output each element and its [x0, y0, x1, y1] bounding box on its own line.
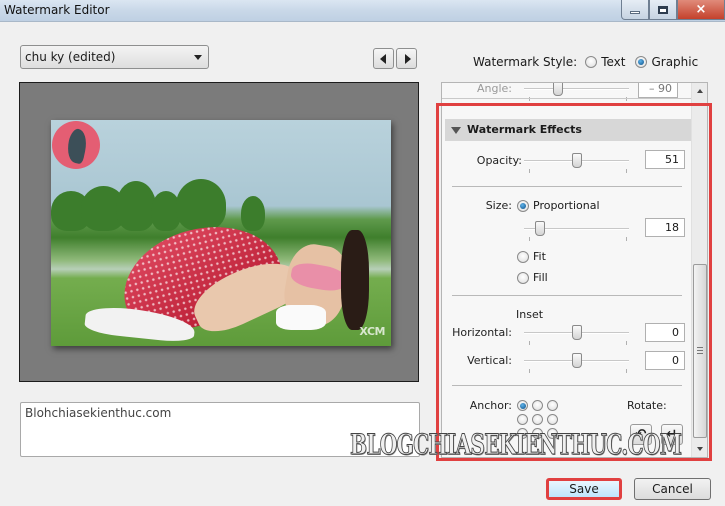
window-title: Watermark Editor — [4, 3, 110, 17]
minimize-button[interactable] — [621, 0, 649, 20]
anchor-radio-0[interactable] — [517, 400, 528, 411]
angle-label: Angle: — [476, 82, 512, 95]
silhouette-icon — [64, 127, 90, 165]
size-input[interactable]: 18 — [645, 218, 685, 237]
size-proportional-option[interactable]: Proportional — [517, 199, 600, 212]
size-slider-thumb[interactable] — [535, 221, 546, 236]
anchor-radio-8[interactable] — [547, 428, 558, 439]
trees — [51, 176, 271, 231]
next-image-button[interactable] — [396, 48, 417, 69]
triangle-right-icon — [405, 54, 411, 64]
size-fit-option[interactable]: Fit — [517, 250, 546, 263]
rotate-left-icon: ↶ — [635, 427, 647, 442]
maximize-button[interactable] — [649, 0, 677, 20]
size-fill-radio[interactable] — [517, 271, 529, 284]
anchor-radio-6[interactable] — [517, 428, 528, 439]
rotate-right-icon: ↵ — [666, 427, 678, 442]
vertical-label: Vertical: — [467, 354, 512, 367]
close-icon: × — [695, 2, 707, 17]
rotate-ccw-button[interactable]: ↶ — [630, 424, 652, 445]
watermark-text-field[interactable]: Blohchiasekienthuc.com — [20, 402, 420, 457]
opacity-label: Opacity: — [476, 154, 522, 167]
shorts — [276, 305, 326, 330]
save-button[interactable]: Save — [546, 478, 622, 500]
hair — [341, 230, 369, 330]
style-graphic-radio[interactable] — [635, 56, 648, 68]
watermark-style-label: Watermark Style: — [473, 55, 578, 69]
opacity-slider[interactable] — [524, 153, 629, 173]
anchor-radio-3[interactable] — [517, 414, 528, 425]
angle-slider[interactable] — [524, 83, 629, 101]
horizontal-label: Horizontal: — [452, 326, 512, 339]
style-text-label[interactable]: Text — [601, 55, 625, 69]
watermark-style-group: Watermark Style: Text Graphic — [473, 55, 698, 69]
horizontal-slider-thumb[interactable] — [571, 325, 582, 340]
maximize-icon — [658, 5, 668, 14]
minimize-icon — [630, 11, 640, 14]
vertical-inset-slider[interactable] — [524, 353, 629, 373]
watermark-effects-header[interactable]: Watermark Effects — [445, 119, 693, 141]
size-proportional-label[interactable]: Proportional — [533, 199, 600, 212]
angle-row: Angle: – 90 — [442, 82, 692, 101]
anchor-grid — [517, 400, 559, 439]
scroll-down-arrow-icon[interactable] — [692, 441, 707, 457]
scrollbar-thumb[interactable] — [693, 264, 707, 438]
previous-image-button[interactable] — [373, 48, 394, 69]
photo-overlay-text: XCM — [359, 325, 385, 338]
window-controls: × — [621, 0, 725, 20]
angle-input[interactable]: – 90 — [638, 83, 678, 98]
horizontal-inset-slider[interactable] — [524, 325, 629, 345]
style-text-radio[interactable] — [585, 56, 598, 68]
vertical-slider-thumb[interactable] — [571, 353, 582, 368]
anchor-radio-2[interactable] — [547, 400, 558, 411]
anchor-radio-4[interactable] — [532, 414, 543, 425]
rotate-label: Rotate: — [627, 399, 667, 412]
opacity-slider-thumb[interactable] — [572, 153, 583, 168]
preset-dropdown[interactable]: chu ky (edited) — [20, 45, 209, 69]
section-title: Watermark Effects — [467, 123, 582, 136]
chevron-down-icon — [194, 55, 202, 60]
close-button[interactable]: × — [677, 0, 725, 20]
size-fill-option[interactable]: Fill — [517, 271, 548, 284]
watermark-logo[interactable] — [52, 121, 100, 169]
angle-slider-thumb[interactable] — [552, 83, 563, 96]
scroll-up-arrow-icon[interactable] — [692, 83, 707, 99]
style-graphic-label[interactable]: Graphic — [651, 55, 698, 69]
vertical-inset-input[interactable]: 0 — [645, 351, 685, 370]
grip-icon — [697, 347, 703, 354]
size-slider[interactable] — [524, 221, 629, 241]
opacity-input[interactable]: 51 — [645, 150, 685, 169]
size-label: Size: — [485, 199, 512, 212]
title-bar: Watermark Editor × — [0, 0, 725, 22]
anchor-label: Anchor: — [469, 399, 512, 412]
cancel-button[interactable]: Cancel — [634, 478, 711, 500]
preview-photo: XCM — [51, 120, 391, 346]
horizontal-inset-input[interactable]: 0 — [645, 323, 685, 342]
settings-panel: Angle: – 90 Watermark Effects Opacity: 5… — [441, 82, 708, 458]
collapse-triangle-icon — [451, 127, 461, 134]
triangle-left-icon — [380, 54, 386, 64]
size-fit-label[interactable]: Fit — [533, 250, 546, 263]
preview-area: XCM — [19, 82, 419, 382]
anchor-radio-5[interactable] — [547, 414, 558, 425]
rotate-cw-button[interactable]: ↵ — [661, 424, 683, 445]
size-fill-label[interactable]: Fill — [533, 271, 548, 284]
size-fit-radio[interactable] — [517, 250, 529, 263]
anchor-radio-1[interactable] — [532, 400, 543, 411]
preset-selected-value: chu ky (edited) — [25, 50, 116, 64]
size-proportional-radio[interactable] — [517, 199, 529, 212]
anchor-radio-7[interactable] — [532, 428, 543, 439]
inset-title: Inset — [516, 308, 544, 321]
panel-scrollbar[interactable] — [691, 83, 707, 457]
